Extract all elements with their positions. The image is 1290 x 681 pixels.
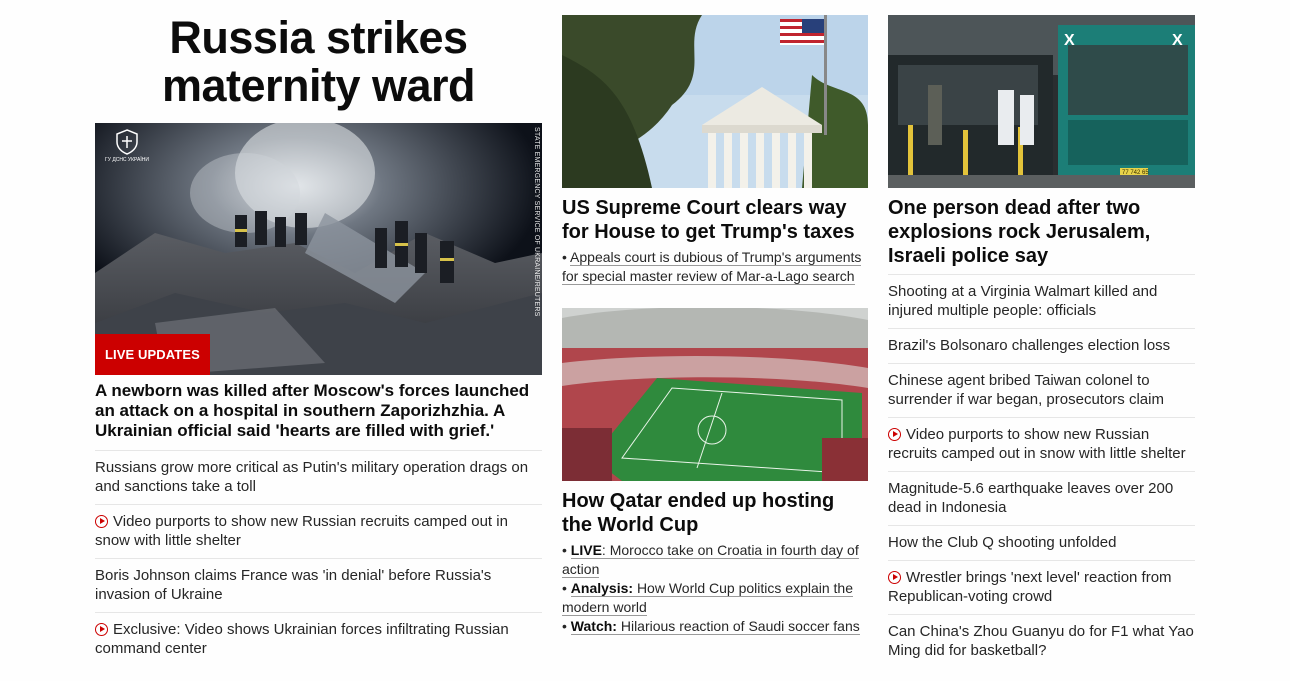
- sub-link[interactable]: Watch: Hilarious reaction of Saudi socce…: [570, 618, 860, 635]
- shield-emblem-icon: [116, 129, 138, 155]
- sub-link[interactable]: Analysis: How World Cup politics explain…: [562, 580, 854, 616]
- stadium-photo: [562, 308, 868, 481]
- related-text: Russians grow more critical as Putin's m…: [95, 459, 529, 495]
- list-item[interactable]: Shooting at a Virginia Walmart killed an…: [888, 274, 1195, 328]
- list-item[interactable]: Boris Johnson claims France was 'in deni…: [95, 558, 542, 612]
- live-updates-badge[interactable]: LIVE UPDATES: [95, 334, 210, 375]
- sub-sep: :: [601, 542, 610, 558]
- sub-label: Analysis:: [570, 580, 634, 596]
- logo-text: ГУ ДСНС УКРАЇНИ: [105, 157, 149, 163]
- bus-sign-text: 77 742 65: [1122, 170, 1149, 176]
- item-text: Magnitude-5.6 earthquake leaves over 200…: [888, 480, 1174, 516]
- item-text: How the Club Q shooting unfolded: [888, 534, 1117, 551]
- item-text: Can China's Zhou Guanyu do for F1 what Y…: [888, 623, 1194, 659]
- jerusalem-headline[interactable]: One person dead after two explosions roc…: [888, 196, 1195, 268]
- sub-link[interactable]: LIVE: Morocco take on Croatia in fourth …: [562, 542, 859, 578]
- item-text: Chinese agent bribed Taiwan colonel to s…: [888, 372, 1164, 408]
- list-item[interactable]: Can China's Zhou Guanyu do for F1 what Y…: [888, 614, 1195, 668]
- list-item[interactable]: • Appeals court is dubious of Trump's ar…: [562, 248, 868, 286]
- play-video-icon: [888, 428, 901, 441]
- lead-related-list: Russians grow more critical as Putin's m…: [95, 450, 542, 666]
- lead-headline[interactable]: Russia strikes maternity ward: [95, 14, 542, 110]
- list-item[interactable]: Video purports to show new Russian recru…: [888, 417, 1195, 471]
- play-video-icon: [888, 571, 901, 584]
- item-text: Brazil's Bolsonaro challenges election l…: [888, 337, 1171, 354]
- related-text: Boris Johnson claims France was 'in deni…: [95, 567, 492, 603]
- list-item[interactable]: Magnitude-5.6 earthquake leaves over 200…: [888, 471, 1195, 525]
- related-text: Video purports to show new Russian recru…: [95, 513, 508, 549]
- sub-link[interactable]: Appeals court is dubious of Trump's argu…: [562, 249, 862, 285]
- world-cup-image[interactable]: [562, 308, 868, 481]
- item-text: Shooting at a Virginia Walmart killed an…: [888, 283, 1158, 319]
- supreme-court-image[interactable]: [562, 15, 868, 188]
- lead-description[interactable]: A newborn was killed after Moscow's forc…: [95, 381, 542, 441]
- lead-image[interactable]: ГУ ДСНС УКРАЇНИ STATE EMERGENCY SERVICE …: [95, 123, 542, 375]
- svg-text:X: X: [1172, 32, 1183, 49]
- list-item[interactable]: Exclusive: Video shows Ukrainian forces …: [95, 612, 542, 666]
- supreme-court-subs: • Appeals court is dubious of Trump's ar…: [562, 248, 868, 286]
- supreme-court-photo: [562, 15, 868, 188]
- photo-credit: STATE EMERGENCY SERVICE OF UKRAINE/REUTE…: [533, 127, 540, 317]
- emergency-service-logo: ГУ ДСНС УКРАЇНИ: [104, 129, 150, 169]
- list-item[interactable]: Chinese agent bribed Taiwan colonel to s…: [888, 363, 1195, 417]
- svg-text:X: X: [1064, 32, 1075, 49]
- related-text: Exclusive: Video shows Ukrainian forces …: [95, 621, 509, 657]
- bus-scene-photo: X X 77 742 65: [888, 15, 1195, 188]
- right-news-list: Shooting at a Virginia Walmart killed an…: [888, 274, 1195, 668]
- jerusalem-image[interactable]: X X 77 742 65: [888, 15, 1195, 188]
- list-item[interactable]: Wrestler brings 'next level' reaction fr…: [888, 560, 1195, 614]
- list-item[interactable]: Video purports to show new Russian recru…: [95, 504, 542, 558]
- world-cup-subs: • LIVE: Morocco take on Croatia in fourt…: [562, 541, 868, 636]
- list-item[interactable]: • Watch: Hilarious reaction of Saudi soc…: [562, 617, 868, 636]
- play-video-icon: [95, 623, 108, 636]
- list-item[interactable]: • Analysis: How World Cup politics expla…: [562, 579, 868, 617]
- world-cup-headline[interactable]: How Qatar ended up hosting the World Cup: [562, 489, 868, 537]
- sub-text: Hilarious reaction of Saudi soccer fans: [620, 618, 860, 634]
- play-video-icon: [95, 515, 108, 528]
- item-text: Wrestler brings 'next level' reaction fr…: [888, 569, 1172, 605]
- sub-label: Watch:: [570, 618, 617, 634]
- list-item[interactable]: How the Club Q shooting unfolded: [888, 525, 1195, 560]
- list-item[interactable]: • LIVE: Morocco take on Croatia in fourt…: [562, 541, 868, 579]
- item-text: Video purports to show new Russian recru…: [888, 426, 1186, 462]
- list-item[interactable]: Russians grow more critical as Putin's m…: [95, 450, 542, 504]
- sub-label: LIVE: [570, 542, 602, 558]
- list-item[interactable]: Brazil's Bolsonaro challenges election l…: [888, 328, 1195, 363]
- supreme-court-headline[interactable]: US Supreme Court clears way for House to…: [562, 196, 868, 244]
